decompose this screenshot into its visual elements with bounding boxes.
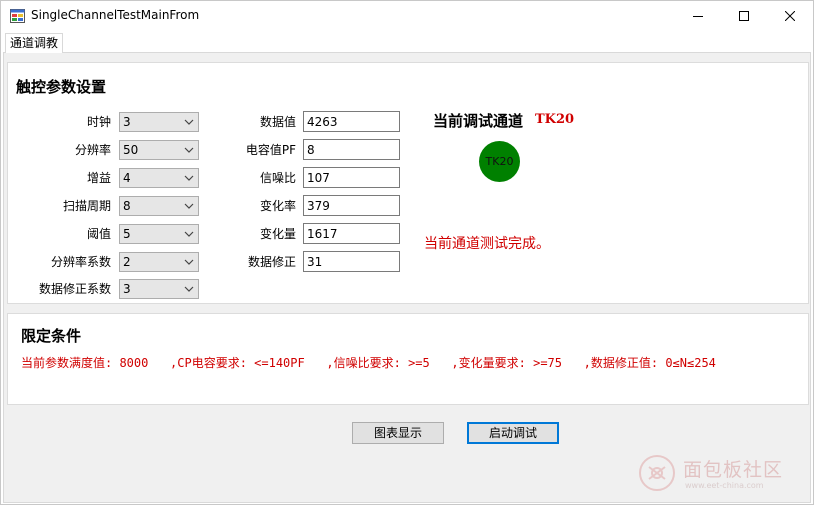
capacitance-label: 电容值PF — [245, 143, 296, 157]
change-amount-field[interactable] — [303, 223, 400, 244]
data-correction-coef-select[interactable]: 3 — [119, 279, 199, 299]
title-bar[interactable]: SingleChannelTestMainFrom — [1, 1, 813, 31]
change-rate-label: 变化率 — [259, 199, 296, 213]
touch-params-title: 触控参数设置 — [16, 78, 107, 96]
show-chart-button[interactable]: 图表显示 — [352, 422, 444, 444]
main-window: SingleChannelTestMainFrom 通道调教 触控参数设置 时钟… — [0, 0, 814, 505]
gain-value: 4 — [123, 171, 131, 185]
snr-field[interactable] — [303, 167, 400, 188]
data-value-label: 数据值 — [259, 115, 296, 129]
data-correction-coef-value: 3 — [123, 282, 131, 296]
conditions-title: 限定条件 — [21, 327, 82, 345]
watermark-text: 面包板社区 — [683, 459, 784, 481]
watermark: 面包板社区 www.eet-china.com — [637, 453, 807, 497]
app-window-icon — [10, 9, 25, 23]
resolution-coef-value: 2 — [123, 255, 131, 269]
resolution-label: 分辨率 — [74, 143, 111, 157]
channel-status-indicator: TK20 — [479, 141, 520, 182]
chevron-down-icon — [184, 259, 194, 265]
minimize-button[interactable] — [675, 1, 721, 31]
close-icon — [785, 11, 795, 21]
clock-label: 时钟 — [86, 115, 111, 129]
tab-strip: 通道调教 — [3, 31, 811, 54]
start-debug-button[interactable]: 启动调试 — [467, 422, 559, 444]
scan-period-value: 8 — [123, 199, 131, 213]
chevron-down-icon — [184, 175, 194, 181]
maximize-icon — [739, 11, 749, 21]
snr-label: 信噪比 — [259, 171, 296, 185]
scan-period-select[interactable]: 8 — [119, 196, 199, 216]
threshold-value: 5 — [123, 227, 131, 241]
scan-period-label: 扫描周期 — [62, 199, 111, 213]
watermark-subtext: www.eet-china.com — [685, 481, 764, 490]
channel-indicator-text: TK20 — [485, 155, 514, 168]
data-correction-label: 数据修正 — [247, 255, 296, 269]
threshold-select[interactable]: 5 — [119, 224, 199, 244]
resolution-coef-select[interactable]: 2 — [119, 252, 199, 272]
window-title: SingleChannelTestMainFrom — [31, 8, 200, 22]
resolution-coef-label: 分辨率系数 — [50, 255, 111, 269]
clock-value: 3 — [123, 115, 131, 129]
gain-label: 增益 — [86, 171, 111, 185]
close-button[interactable] — [767, 1, 813, 31]
threshold-label: 阈值 — [86, 227, 111, 241]
data-value-field[interactable] — [303, 111, 400, 132]
chevron-down-icon — [184, 119, 194, 125]
change-amount-label: 变化量 — [259, 227, 296, 241]
chevron-down-icon — [184, 286, 194, 292]
clock-select[interactable]: 3 — [119, 112, 199, 132]
watermark-logo — [639, 455, 675, 491]
resolution-value: 50 — [123, 143, 139, 157]
conditions-text: 当前参数满度值: 8000 ,CP电容要求: <=140PF ,信噪比要求: >… — [21, 356, 716, 370]
resolution-select[interactable]: 50 — [119, 140, 199, 160]
chevron-down-icon — [184, 147, 194, 153]
gain-select[interactable]: 4 — [119, 168, 199, 188]
chevron-down-icon — [184, 231, 194, 237]
tab-channel-tuning[interactable]: 通道调教 — [5, 33, 64, 54]
chevron-down-icon — [184, 203, 194, 209]
capacitance-field[interactable] — [303, 139, 400, 160]
maximize-button[interactable] — [721, 1, 767, 31]
data-correction-coef-label: 数据修正系数 — [38, 282, 111, 296]
minimize-icon — [693, 16, 703, 17]
test-status-message: 当前通道测试完成。 — [424, 236, 550, 252]
data-correction-field[interactable] — [303, 251, 400, 272]
current-channel-name: TK20 — [535, 112, 575, 127]
change-rate-field[interactable] — [303, 195, 400, 216]
current-channel-label: 当前调试通道 — [433, 112, 524, 130]
